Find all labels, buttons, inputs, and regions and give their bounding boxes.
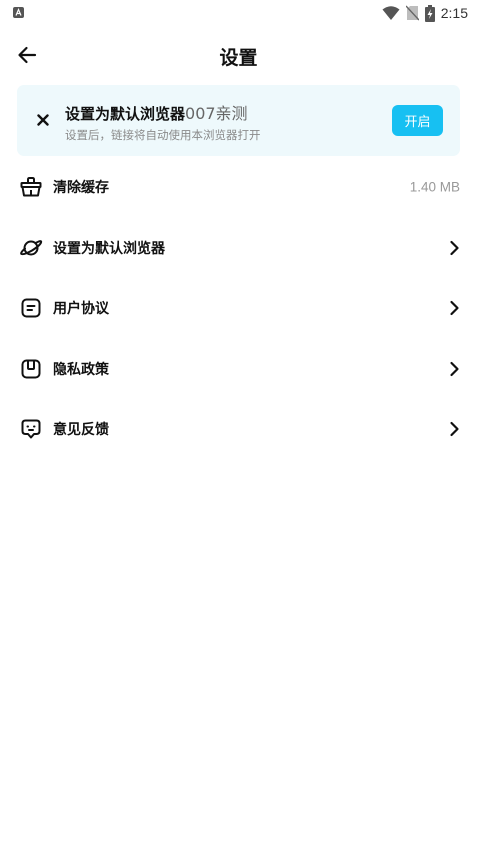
- battery-charging-icon: [424, 4, 435, 22]
- broom-icon: [20, 177, 42, 197]
- menu-item-default-browser[interactable]: 设置为默认浏览器: [0, 218, 477, 279]
- status-icons: 2:15: [382, 4, 468, 22]
- settings-menu: 清除缓存 1.40 MB 设置为默认浏览器 用户协议 隐私政策 意见反馈: [0, 157, 477, 460]
- planet-icon: [20, 239, 43, 256]
- privacy-icon: [21, 359, 41, 379]
- cache-size: 1.40 MB: [409, 179, 460, 195]
- page-title: 设置: [219, 47, 258, 69]
- status-bar: 2:15: [0, 0, 477, 26]
- chevron-right-icon: [450, 301, 459, 316]
- clock: 2:15: [440, 5, 468, 21]
- default-browser-banner: 设置为默认浏览器007亲测 设置后，链接将自动使用本浏览器打开 开启: [17, 85, 460, 156]
- menu-item-feedback[interactable]: 意见反馈: [0, 399, 477, 460]
- banner-subtitle: 设置后，链接将自动使用本浏览器打开: [65, 128, 261, 142]
- menu-item-label: 用户协议: [53, 301, 109, 318]
- menu-item-user-agreement[interactable]: 用户协议: [0, 278, 477, 339]
- menu-item-label: 设置为默认浏览器: [53, 240, 165, 257]
- menu-item-label: 清除缓存: [53, 180, 109, 197]
- document-icon: [21, 298, 41, 318]
- chevron-right-icon: [450, 422, 459, 437]
- header: 设置: [0, 30, 477, 80]
- wifi-icon: [382, 5, 400, 20]
- banner-title-main: 设置为默认浏览器: [65, 105, 186, 123]
- menu-item-label: 意见反馈: [53, 422, 109, 439]
- banner-title-suffix: 007亲测: [185, 104, 248, 123]
- banner-close-button[interactable]: [33, 110, 53, 130]
- chevron-right-icon: [450, 361, 459, 376]
- menu-item-label: 隐私政策: [53, 361, 109, 378]
- feedback-icon: [21, 419, 41, 439]
- menu-item-clear-cache[interactable]: 清除缓存 1.40 MB: [0, 157, 477, 218]
- chevron-right-icon: [450, 240, 459, 255]
- banner-title: 设置为默认浏览器007亲测: [65, 100, 248, 124]
- menu-item-privacy-policy[interactable]: 隐私政策: [0, 339, 477, 400]
- enable-default-browser-button[interactable]: 开启: [392, 105, 443, 136]
- notification-app-icon: [13, 7, 24, 18]
- no-sim-icon: [405, 5, 419, 21]
- close-icon: [37, 114, 49, 126]
